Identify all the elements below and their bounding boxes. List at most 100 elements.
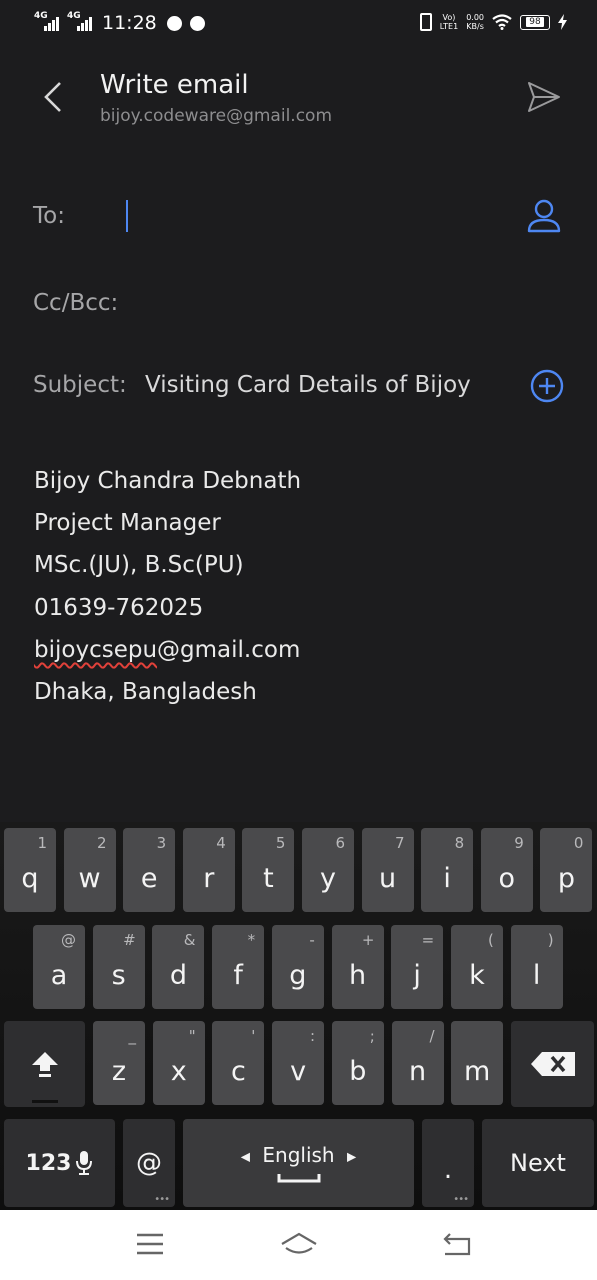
key-a[interactable]: @ a <box>33 925 85 1009</box>
key-label: i <box>443 863 451 894</box>
signal-sim1-icon: 4G <box>34 11 59 31</box>
key-hint: ( <box>488 931 494 949</box>
backspace-icon <box>530 1052 575 1076</box>
add-attachment-icon[interactable] <box>530 369 564 403</box>
status-time: 11:28 <box>102 12 157 34</box>
key-hint: + <box>361 931 375 949</box>
key-i[interactable]: 8i <box>421 828 474 912</box>
key-h[interactable]: + h <box>331 925 384 1009</box>
key-u[interactable]: 7u <box>361 828 414 912</box>
key-f[interactable]: * f <box>212 925 265 1009</box>
whatsapp-icon <box>166 15 182 31</box>
key-label: t <box>263 863 274 894</box>
key-label: h <box>348 960 367 991</box>
key-o[interactable]: 9o <box>480 828 533 912</box>
key-l[interactable]: ) l <box>510 925 563 1009</box>
key-hint: ) <box>547 931 554 949</box>
key-z[interactable]: _ z <box>93 1021 145 1105</box>
key-c[interactable]: ' c <box>212 1021 265 1105</box>
back-icon[interactable] <box>40 80 68 114</box>
language-next-icon: ▶ <box>346 1149 357 1164</box>
shift-key[interactable] <box>4 1021 85 1107</box>
key-p[interactable]: 0p <box>540 828 593 912</box>
shift-icon <box>31 1052 58 1077</box>
page-title: Write email <box>100 70 249 100</box>
key-hint: * <box>247 931 256 949</box>
language-label: English <box>262 1143 335 1167</box>
numbers-key[interactable]: 123 <box>4 1119 115 1207</box>
next-key[interactable]: Next <box>482 1119 594 1207</box>
cc-bcc-field[interactable]: Cc/Bcc: <box>33 290 118 316</box>
key-x[interactable]: " x <box>152 1021 205 1105</box>
key-hint: 7 <box>395 834 405 852</box>
body-line: Project Manager <box>34 510 221 537</box>
key-hint: = <box>421 931 435 949</box>
key-label: o <box>498 863 516 894</box>
battery-icon: 98 <box>520 14 550 30</box>
key-k[interactable]: (k <box>450 925 503 1009</box>
key-hint: ; <box>369 1027 375 1045</box>
key-label: k <box>469 960 485 991</box>
key-v[interactable]: :v <box>272 1021 325 1105</box>
key-g[interactable]: -g <box>271 925 324 1009</box>
key-b[interactable]: ; b <box>331 1021 384 1105</box>
key-label: y <box>320 863 336 894</box>
subject-input[interactable]: Visiting Card Details of Bijoy <box>145 372 471 398</box>
sender-account: bijoy.codeware@gmail.com <box>100 106 332 126</box>
key-hint: @ <box>61 931 76 949</box>
key-hint: # <box>123 931 136 949</box>
key-label: r <box>203 863 215 894</box>
vibrate-icon <box>419 13 432 31</box>
body-line-email: bijoycsepu@gmail.com <box>34 636 301 663</box>
key-d[interactable]: & d <box>152 925 205 1009</box>
misspelled-word[interactable]: bijoycsepu <box>34 637 157 663</box>
key-y[interactable]: 6y <box>302 828 354 912</box>
text-cursor <box>126 200 128 232</box>
key-hint: 5 <box>275 834 286 852</box>
key-w[interactable]: 2w <box>63 828 116 912</box>
key-hint: _ <box>128 1027 137 1045</box>
key-hint: 6 <box>335 834 345 852</box>
key-hint: - <box>309 931 315 949</box>
network-speed: 0.00 KB/s <box>466 13 484 31</box>
backspace-key[interactable] <box>511 1021 594 1107</box>
key-label: f <box>233 960 243 991</box>
keyboard: 1q2w3e4r5t6y7u8i9o0p @ a # s & d * f - g + h = j(k) l … <box>0 822 597 1212</box>
period-key[interactable]: . ••• <box>422 1119 474 1207</box>
status-bar: 4G 4G 11:28 Vo) LTE1 0.00 KB/s 98 <box>0 0 597 46</box>
key-label: q <box>21 863 39 894</box>
key-label: e <box>140 863 158 894</box>
home-icon[interactable] <box>280 1232 318 1258</box>
email-body[interactable]: Bijoy Chandra Debnath Project Manager MS… <box>34 460 301 713</box>
back-nav-icon[interactable] <box>441 1232 471 1258</box>
key-label: d <box>169 960 187 991</box>
space-key[interactable]: ◀ English ▶ <box>183 1119 414 1207</box>
key-label: c <box>230 1056 246 1087</box>
key-hint: : <box>310 1027 316 1045</box>
at-key[interactable]: @ ••• <box>123 1119 175 1207</box>
key-t[interactable]: 5t <box>242 828 295 912</box>
key-label: u <box>379 863 397 894</box>
key-label: a <box>50 960 68 991</box>
key-label: v <box>290 1056 307 1087</box>
key-m[interactable]: m <box>451 1021 504 1105</box>
key-hint: 3 <box>156 834 167 852</box>
contact-picker-icon[interactable] <box>526 198 562 234</box>
subject-label: Subject: <box>33 372 127 398</box>
send-icon[interactable] <box>526 80 562 114</box>
key-hint: 8 <box>454 834 465 852</box>
key-n[interactable]: / n <box>391 1021 444 1105</box>
key-q[interactable]: 1q <box>4 828 56 912</box>
key-j[interactable]: = j <box>391 925 444 1009</box>
space-bar-icon <box>277 1174 321 1183</box>
key-e[interactable]: 3e <box>123 828 176 912</box>
key-s[interactable]: # s <box>92 925 145 1009</box>
key-label: n <box>408 1056 427 1087</box>
wifi-icon <box>492 14 512 30</box>
menu-icon[interactable] <box>136 1232 164 1256</box>
charging-icon <box>558 14 567 30</box>
key-label: x <box>170 1056 187 1087</box>
key-r[interactable]: 4r <box>182 828 235 912</box>
volte-indicator: Vo) LTE1 <box>439 13 459 31</box>
to-input[interactable] <box>120 195 515 239</box>
